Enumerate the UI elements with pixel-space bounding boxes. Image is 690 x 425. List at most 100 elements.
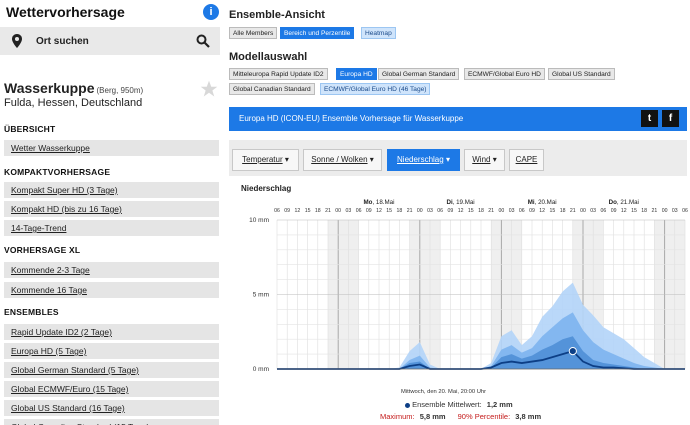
model-selection-title: Modellauswahl (229, 51, 308, 63)
sidebar-link[interactable]: 14-Tage-Trend (4, 220, 219, 236)
hour-tick-label: 09 (529, 208, 535, 214)
day-label-date: , 20.Mai (535, 199, 557, 206)
hour-tick-label: 06 (356, 208, 362, 214)
mean-dot-icon (405, 402, 410, 408)
hour-tick-label: 06 (274, 208, 280, 214)
ensemble-view-option[interactable]: Bereich und Perzentile (280, 27, 355, 39)
hour-tick-label: 00 (662, 208, 668, 214)
model-option[interactable]: ECMWF/Global Euro HD (46 Tage) (320, 83, 431, 95)
sidebar-link[interactable]: Global Canadian Standard (15 Tage) (4, 419, 219, 425)
hour-tick-label: 18 (641, 208, 647, 214)
model-option[interactable]: ECMWF/Global Euro HD (464, 68, 545, 80)
location-region: Fulda, Hessen, Deutschland (4, 97, 143, 109)
location-name: Wasserkuppe (Berg, 950m) (4, 80, 143, 96)
brand-title: Wettervorhersage (6, 4, 125, 20)
hour-tick-label: 09 (284, 208, 290, 214)
model-option[interactable]: Global US Standard (548, 68, 615, 80)
chevron-down-icon: ▾ (490, 155, 497, 164)
y-tick-label: 5 mm (253, 292, 269, 299)
tab-niederschlag[interactable]: Niederschlag ▾ (387, 149, 460, 171)
sidebar-link[interactable]: Global US Standard (16 Tage) (4, 400, 219, 416)
sidebar-link[interactable]: Rapid Update ID2 (2 Tage) (4, 324, 219, 340)
chevron-down-icon: ▾ (443, 155, 450, 164)
hour-tick-label: 03 (590, 208, 596, 214)
sidebar-link[interactable]: Kommende 2-3 Tage (4, 262, 219, 278)
hour-tick-label: 09 (366, 208, 372, 214)
tab-wind[interactable]: Wind ▾ (464, 149, 505, 171)
model-option[interactable]: Global Canadian Standard (229, 83, 315, 95)
tab-label: Sonne / Wolken (311, 155, 368, 164)
search-icon[interactable] (196, 34, 210, 48)
hour-tick-label: 00 (499, 208, 505, 214)
sidebar-link[interactable]: Kompakt HD (bis zu 16 Tage) (4, 201, 219, 217)
hour-tick-label: 00 (335, 208, 341, 214)
sidebar: Wettervorhersage i Wasserkuppe(Berg, 950… (0, 0, 222, 425)
location-name-text: Wasserkuppe (4, 80, 95, 96)
sidebar-link[interactable]: Global German Standard (5 Tage) (4, 362, 219, 378)
facebook-icon[interactable]: f (662, 110, 679, 127)
sidebar-link[interactable]: Global ECMWF/Euro (15 Tage) (4, 381, 219, 397)
day-label: Mi, 20.Mai (528, 199, 557, 206)
hour-tick-label: 09 (448, 208, 454, 214)
tab-label: Wind (472, 155, 491, 164)
hour-tick-label: 09 (611, 208, 617, 214)
info-icon[interactable]: i (203, 4, 219, 20)
sidebar-link[interactable]: Kommende 16 Tage (4, 282, 219, 298)
footer-p90-value: 3,8 mm (515, 412, 542, 421)
hour-tick-label: 06 (437, 208, 443, 214)
hour-tick-label: 18 (397, 208, 403, 214)
footer-max-label: Maximum: (380, 412, 415, 421)
hour-tick-label: 18 (315, 208, 321, 214)
day-label: Di, 19.Mai (446, 199, 474, 206)
favorite-star-icon[interactable] (200, 80, 218, 98)
hour-tick-label: 00 (417, 208, 423, 214)
model-option[interactable]: Mitteleuropa Rapid Update ID2 (229, 68, 328, 80)
forecast-banner-text: Europa HD (ICON-EU) Ensemble Vorhersage … (239, 114, 464, 123)
hour-tick-label: 06 (519, 208, 525, 214)
hour-tick-label: 21 (325, 208, 331, 214)
hour-tick-label: 12 (295, 208, 301, 214)
hour-tick-label: 12 (458, 208, 464, 214)
tab-sonne-wolken[interactable]: Sonne / Wolken ▾ (303, 149, 382, 171)
model-option[interactable]: Global German Standard (378, 68, 460, 80)
tab-label: CAPE (515, 155, 538, 164)
search-input[interactable] (36, 33, 186, 49)
hour-tick-label: 12 (621, 208, 627, 214)
day-label: Do, 21.Mai (609, 199, 639, 206)
model-option[interactable]: Europa HD (336, 68, 377, 80)
hour-tick-label: 15 (631, 208, 637, 214)
hour-tick-label: 18 (478, 208, 484, 214)
precipitation-chart: 06 09 12 15 18 21 00 03 06 09 12 15 18 21 00 03 06 09 12 15… (249, 199, 688, 373)
sidebar-section-title: VORHERSAGE XL (4, 245, 81, 255)
hour-tick-label: 15 (386, 208, 392, 214)
hour-tick-label: 00 (580, 208, 586, 214)
footer-mean-label: Ensemble Mittelwert: (412, 400, 482, 409)
footer-max-value: 5,8 mm (419, 412, 446, 421)
footer-p90-label: 90% Percentile: (457, 412, 511, 421)
day-label-date: , 21.Mai (617, 199, 639, 206)
tab-cape[interactable]: CAPE (509, 149, 544, 171)
forecast-banner: Europa HD (ICON-EU) Ensemble Vorhersage … (229, 107, 687, 131)
hour-tick-label: 06 (682, 208, 688, 214)
chart-title: Niederschlag (241, 184, 292, 193)
hour-tick-label: 21 (407, 208, 413, 214)
hour-tick-label: 21 (570, 208, 576, 214)
hour-tick-label: 06 (601, 208, 607, 214)
y-tick-label: 0 mm (253, 366, 269, 373)
location-pin-icon (12, 34, 22, 48)
hour-tick-label: 03 (346, 208, 352, 214)
footer-extremes: Maximum: 5,8 mm 90% Percentile: 3,8 mm (380, 412, 541, 421)
twitter-icon[interactable]: t (641, 110, 658, 127)
tab-temperatur[interactable]: Temperatur ▾ (232, 149, 299, 171)
sidebar-link[interactable]: Europa HD (5 Tage) (4, 343, 219, 359)
hour-tick-label: 15 (305, 208, 311, 214)
tab-label: Temperatur (242, 155, 283, 164)
ensemble-view-option[interactable]: Alle Members (229, 27, 278, 39)
ensemble-view-option[interactable]: Heatmap (361, 27, 396, 39)
sidebar-link[interactable]: Kompakt Super HD (3 Tage) (4, 182, 219, 198)
sidebar-section-title: KOMPAKTVORHERSAGE (4, 167, 111, 177)
day-label-date: , 19.Mai (453, 199, 475, 206)
search-box (0, 27, 220, 55)
day-label-date: , 18.Mai (372, 199, 394, 206)
sidebar-link[interactable]: Wetter Wasserkuppe (4, 140, 219, 156)
